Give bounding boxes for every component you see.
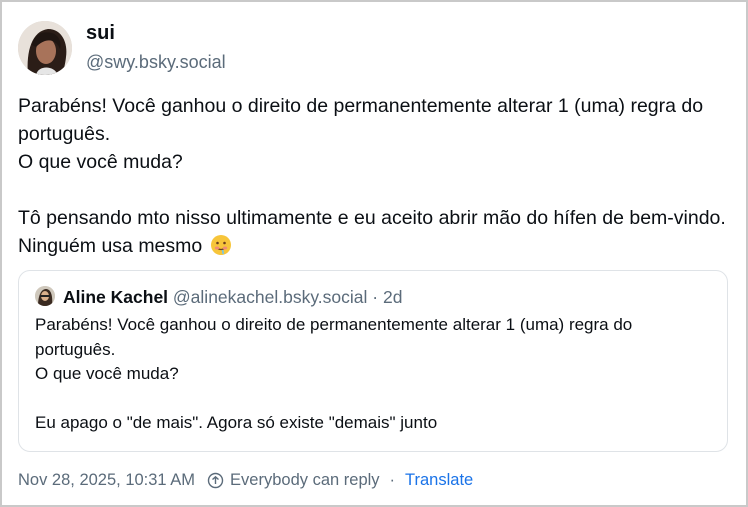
- quote-age[interactable]: 2d: [383, 287, 402, 307]
- author-name[interactable]: sui: [86, 22, 115, 45]
- post-timestamp[interactable]: Nov 28, 2025, 10:31 AM: [18, 471, 195, 490]
- post-text: Parabéns! Você ganhou o direito de perma…: [18, 95, 726, 257]
- reply-setting[interactable]: Everybody can reply: [230, 471, 380, 490]
- quote-author-avatar[interactable]: [35, 286, 55, 306]
- reply-circle-icon: [207, 472, 224, 489]
- quote-separator: ·: [372, 287, 379, 307]
- quote-header: Aline Kachel @alinekachel.bsky.social · …: [63, 287, 402, 308]
- quote-avatar-photo: [35, 286, 55, 306]
- author-handle[interactable]: @swy.bsky.social: [86, 52, 226, 73]
- drooling-face-emoji-icon: [210, 234, 232, 256]
- avatar-photo: [18, 21, 72, 75]
- post-body: Parabéns! Você ganhou o direito de perma…: [18, 92, 730, 260]
- quote-author-name[interactable]: Aline Kachel: [63, 287, 168, 307]
- footer-separator: ·: [389, 471, 396, 489]
- author-avatar[interactable]: [18, 21, 72, 75]
- quote-text: Parabéns! Você ganhou o direito de perma…: [35, 315, 633, 432]
- post-card: sui @swy.bsky.social Parabéns! Você ganh…: [0, 0, 748, 507]
- post-footer: Nov 28, 2025, 10:31 AM Everybody can rep…: [18, 471, 473, 490]
- quote-author-handle[interactable]: @alinekachel.bsky.social: [173, 287, 367, 307]
- translate-link[interactable]: Translate: [405, 471, 473, 490]
- quoted-post[interactable]: Aline Kachel @alinekachel.bsky.social · …: [18, 270, 728, 452]
